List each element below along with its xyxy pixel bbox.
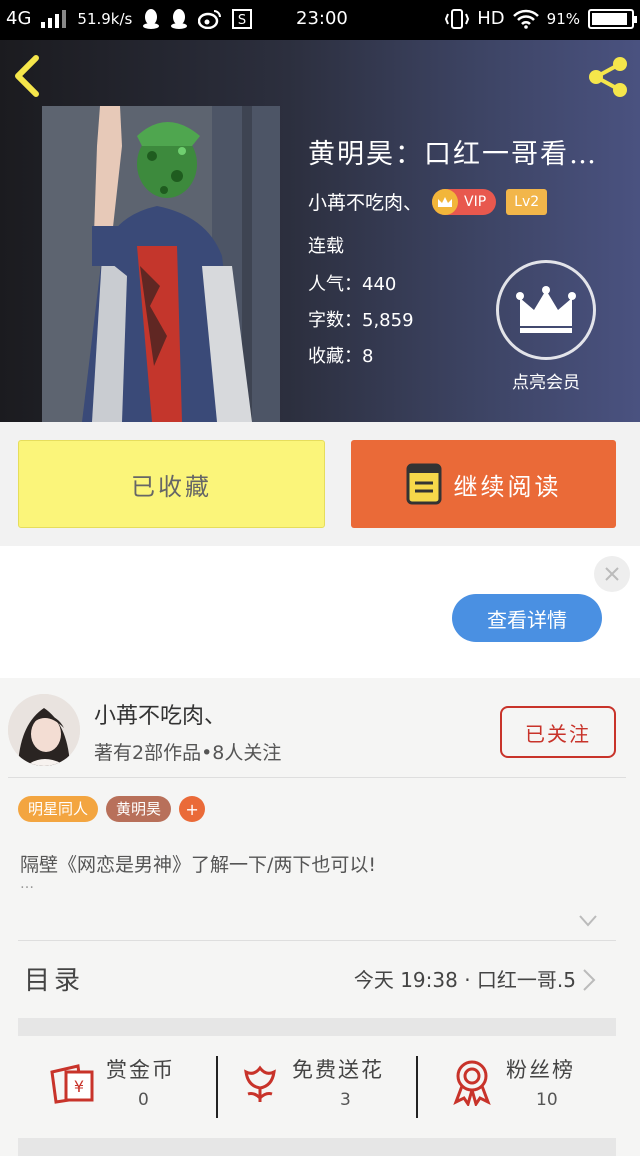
status-bar: 4G 51.9k/s S 23:00 HD 91% — [0, 0, 640, 40]
add-tag-button[interactable]: + — [179, 796, 206, 822]
level-badge: Lv2 — [506, 188, 548, 215]
fan-ranking-label: 粉丝榜 — [506, 1058, 575, 1082]
member-button[interactable] — [496, 260, 596, 360]
popularity-label: 人气： — [308, 274, 362, 295]
red-envelope-icon: ¥ — [50, 1064, 94, 1104]
book-cover-image[interactable] — [42, 106, 280, 422]
continue-reading-label: 继续阅读 — [453, 472, 562, 501]
cover-photo — [42, 106, 280, 422]
fan-ranking-value: 10 — [536, 1090, 558, 1110]
divider-vertical — [216, 1056, 218, 1118]
tag-item[interactable]: 明星同人 — [18, 796, 99, 822]
battery-icon — [588, 8, 637, 29]
section-separator — [18, 1138, 616, 1156]
reward-coins-value: 0 — [138, 1090, 149, 1110]
crown-icon — [516, 286, 576, 333]
app-s-icon: S — [232, 8, 253, 29]
crown-icon — [432, 188, 459, 215]
reward-coins[interactable]: ¥ 赏金币 0 — [18, 1054, 216, 1118]
favorites-label: 收藏： — [308, 346, 362, 367]
back-arrow-icon[interactable] — [6, 52, 46, 100]
section-separator — [18, 1018, 616, 1036]
free-flowers[interactable]: 免费送花 3 — [220, 1054, 418, 1118]
reward-coins-label: 赏金币 — [106, 1058, 175, 1082]
book-detail-content: 小苒不吃肉、 著有2部作品•8人关注 已关注 明星同人 黄明昊 + 隔壁《网恋是… — [0, 678, 640, 1156]
followed-button[interactable]: 已关注 — [500, 706, 616, 758]
author-name[interactable]: 小苒不吃肉、 — [308, 188, 422, 215]
word-count: 字数：5,859 — [308, 306, 414, 332]
view-details-button[interactable]: 查看详情 — [452, 594, 602, 642]
favorites-count: 收藏：8 — [308, 342, 373, 368]
action-bar: 已收藏 继续阅读 — [0, 422, 640, 546]
svg-text:S: S — [238, 13, 246, 28]
author-row: 小苒不吃肉、 VIP Lv2 — [308, 188, 548, 215]
popularity: 人气：440 — [308, 270, 396, 296]
close-icon[interactable] — [594, 556, 630, 592]
divider-vertical — [416, 1056, 418, 1118]
svg-text:¥: ¥ — [74, 1077, 84, 1096]
tag-item[interactable]: 黄明昊 — [106, 796, 172, 822]
book-header: 黄明昊：口红一哥看… 小苒不吃肉、 VIP Lv2 连载 人气：440 字数：5… — [0, 40, 640, 422]
toc-latest-chapter[interactable]: 今天 19:38 · 口红一哥.5 — [354, 964, 576, 993]
serial-status: 连载 — [308, 236, 344, 257]
ad-banner: 查看详情 — [0, 546, 640, 678]
divider — [18, 940, 616, 941]
divider — [8, 777, 626, 778]
avatar-photo — [8, 694, 80, 766]
qq-icon — [143, 8, 160, 29]
chevron-right-icon[interactable] — [582, 968, 596, 992]
qq-icon-2 — [171, 8, 188, 29]
intro-ellipsis: … — [20, 876, 34, 892]
word-count-value: 5,859 — [362, 310, 414, 331]
chevron-down-icon[interactable] — [578, 914, 598, 928]
clock: 23:00 — [296, 8, 348, 29]
author-works-count: 著有2部作品•8人关注 — [94, 742, 282, 764]
book-icon — [406, 463, 441, 505]
favorites-value: 8 — [362, 346, 374, 367]
vip-label: VIP — [464, 193, 487, 210]
free-flowers-value: 3 — [340, 1090, 351, 1110]
popularity-value: 440 — [362, 274, 397, 295]
weibo-icon — [198, 9, 222, 29]
flower-icon — [244, 1065, 276, 1102]
book-intro: 隔壁《网恋是男神》了解一下/两下也可以! — [20, 854, 377, 876]
favorited-button[interactable]: 已收藏 — [18, 440, 325, 528]
tag-list: 明星同人 黄明昊 + — [18, 796, 206, 822]
word-count-label: 字数： — [308, 310, 362, 331]
battery-percent: 91% — [546, 9, 580, 28]
member-label[interactable]: 点亮会员 — [496, 368, 596, 393]
fan-ranking[interactable]: 粉丝榜 10 — [420, 1054, 618, 1118]
network-speed: 51.9k/s — [77, 9, 133, 28]
signal-icon — [41, 9, 67, 28]
hd-indicator: HD — [477, 8, 505, 29]
book-title: 黄明昊：口红一哥看… — [308, 139, 598, 170]
free-flowers-label: 免费送花 — [292, 1058, 384, 1082]
toc-label[interactable]: 目录 — [24, 960, 84, 997]
medal-icon — [453, 1060, 491, 1106]
vibrate-icon — [445, 8, 470, 29]
network-indicator: 4G — [6, 8, 32, 29]
author-card-name[interactable]: 小苒不吃肉、 — [94, 698, 226, 730]
share-icon[interactable] — [584, 54, 632, 100]
continue-reading-button[interactable]: 继续阅读 — [351, 440, 616, 528]
author-avatar[interactable] — [8, 694, 80, 766]
vip-badge: VIP — [432, 188, 497, 215]
wifi-icon — [512, 9, 539, 29]
